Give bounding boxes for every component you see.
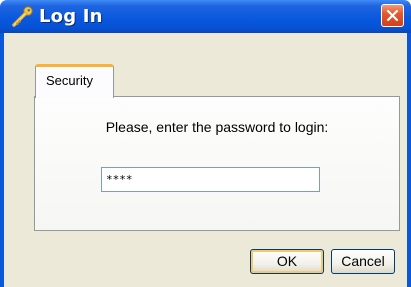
tab-security[interactable]: Security (35, 64, 114, 98)
login-dialog: Log In Security Please, enter the passwo… (0, 0, 411, 287)
key-icon (10, 6, 34, 28)
cancel-button[interactable]: Cancel (331, 249, 395, 274)
password-field[interactable] (101, 167, 320, 192)
window-title: Log In (39, 6, 103, 27)
tab-label: Security (46, 73, 93, 88)
password-prompt: Please, enter the password to login: (105, 119, 329, 135)
security-panel: Please, enter the password to login: (34, 96, 400, 231)
close-icon (386, 9, 399, 22)
ok-button[interactable]: OK (250, 249, 324, 274)
title-bar[interactable]: Log In (0, 0, 411, 33)
close-button[interactable] (381, 4, 404, 27)
